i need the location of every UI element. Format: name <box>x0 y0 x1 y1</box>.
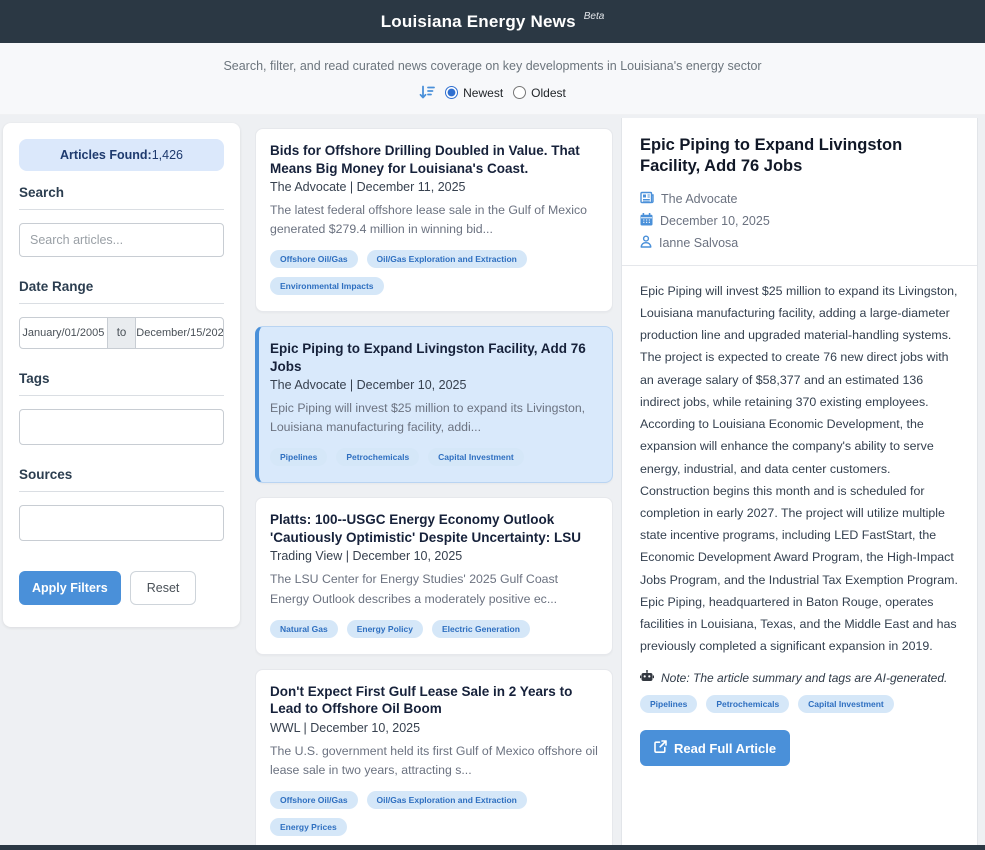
reset-button[interactable]: Reset <box>130 571 197 605</box>
filter-sidebar: Articles Found:1,426 Search Date Range t… <box>3 123 240 627</box>
tag-pill: Offshore Oil/Gas <box>270 250 358 268</box>
date-range-heading: Date Range <box>19 279 224 294</box>
tags-heading: Tags <box>19 371 224 386</box>
tags-input[interactable] <box>19 409 224 445</box>
external-link-icon <box>654 740 667 756</box>
search-heading: Search <box>19 185 224 200</box>
read-full-article-button[interactable]: Read Full Article <box>640 730 790 766</box>
detail-date-row: December 10, 2025 <box>640 213 959 229</box>
detail-title: Epic Piping to Expand Livingston Facilit… <box>640 135 959 178</box>
detail-author: Ianne Salvosa <box>659 236 738 250</box>
article-card[interactable]: Don't Expect First Gulf Lease Sale in 2 … <box>255 669 613 850</box>
article-card-source: Trading View | December 10, 2025 <box>270 549 598 563</box>
tag-pill: Natural Gas <box>270 620 338 638</box>
sort-controls: Newest Oldest <box>0 85 985 100</box>
articles-found-label: Articles Found: <box>60 148 152 162</box>
sort-newest-radio[interactable] <box>445 86 458 99</box>
filter-buttons: Apply Filters Reset <box>19 571 224 605</box>
topbar: Search, filter, and read curated news co… <box>0 43 985 115</box>
article-card-tags: Offshore Oil/Gas Oil/Gas Exploration and … <box>270 791 598 836</box>
tag-pill: Electric Generation <box>432 620 530 638</box>
article-card-excerpt: The latest federal offshore lease sale i… <box>270 201 598 239</box>
date-to-input[interactable] <box>135 317 224 349</box>
tag-pill: Capital Investment <box>798 695 894 713</box>
detail-date: December 10, 2025 <box>660 214 770 228</box>
article-card-tags: Natural Gas Energy Policy Electric Generat… <box>270 620 598 638</box>
tag-pill: Offshore Oil/Gas <box>270 791 358 809</box>
article-card[interactable]: Bids for Offshore Drilling Doubled in Va… <box>255 128 613 312</box>
article-card-title: Platts: 100--USGC Energy Economy Outlook… <box>270 511 598 546</box>
article-card-excerpt: Epic Piping will invest $25 million to e… <box>270 399 598 437</box>
detail-meta: The Advocate December 10, 2025 <box>640 191 959 251</box>
tag-pill: Oil/Gas Exploration and Extraction <box>367 250 527 268</box>
read-full-article-label: Read Full Article <box>674 741 776 756</box>
article-card-source: WWL | December 10, 2025 <box>270 721 598 735</box>
tag-pill: Oil/Gas Exploration and Extraction <box>367 791 527 809</box>
tag-pill: Energy Policy <box>347 620 423 638</box>
date-separator-label: to <box>108 317 136 349</box>
sources-input[interactable] <box>19 505 224 541</box>
tag-pill: Petrochemicals <box>706 695 789 713</box>
divider <box>19 491 224 492</box>
divider <box>19 209 224 210</box>
app-footer <box>0 845 985 850</box>
article-card-excerpt: The LSU Center for Energy Studies' 2025 … <box>270 570 598 608</box>
article-card[interactable]: Platts: 100--USGC Energy Economy Outlook… <box>255 497 613 654</box>
app-title: Louisiana Energy News <box>381 12 576 32</box>
article-card-title: Bids for Offshore Drilling Doubled in Va… <box>270 142 598 177</box>
detail-source-row: The Advocate <box>640 191 959 207</box>
calendar-icon <box>640 213 653 229</box>
article-card-excerpt: The U.S. government held its first Gulf … <box>270 742 598 780</box>
article-card-source: The Advocate | December 11, 2025 <box>270 180 598 194</box>
detail-body: Epic Piping will invest $25 million to e… <box>640 280 959 657</box>
detail-author-row: Ianne Salvosa <box>640 235 959 251</box>
tag-pill: Petrochemicals <box>336 448 419 466</box>
tag-pill: Energy Prices <box>270 818 347 836</box>
article-card-tags: Pipelines Petrochemicals Capital Investmen… <box>270 448 598 466</box>
divider <box>19 303 224 304</box>
divider <box>19 395 224 396</box>
sources-heading: Sources <box>19 467 224 482</box>
detail-tags: Pipelines Petrochemicals Capital Investmen… <box>640 695 959 713</box>
articles-found-counter: Articles Found:1,426 <box>19 139 224 171</box>
search-input[interactable] <box>19 223 224 257</box>
detail-divider <box>622 265 977 266</box>
tag-pill: Pipelines <box>640 695 697 713</box>
apply-filters-button[interactable]: Apply Filters <box>19 571 121 605</box>
sort-oldest-option[interactable]: Oldest <box>513 86 566 100</box>
article-card-tags: Offshore Oil/Gas Oil/Gas Exploration and … <box>270 250 598 295</box>
tag-pill: Environmental Impacts <box>270 277 384 295</box>
detail-source: The Advocate <box>661 192 737 206</box>
ai-note-text: Note: The article summary and tags are A… <box>661 671 947 685</box>
sort-oldest-radio[interactable] <box>513 86 526 99</box>
robot-icon <box>640 670 654 685</box>
sort-newest-option[interactable]: Newest <box>445 86 503 100</box>
article-detail-panel: Epic Piping to Expand Livingston Facilit… <box>621 118 978 850</box>
main-layout: Articles Found:1,426 Search Date Range t… <box>0 115 985 850</box>
tag-pill: Pipelines <box>270 448 327 466</box>
article-card-title: Epic Piping to Expand Livingston Facilit… <box>270 340 598 375</box>
tag-pill: Capital Investment <box>428 448 524 466</box>
date-range-group: to <box>19 317 224 349</box>
person-icon <box>640 235 652 251</box>
article-card-title: Don't Expect First Gulf Lease Sale in 2 … <box>270 683 598 718</box>
article-list: Bids for Offshore Drilling Doubled in Va… <box>255 115 613 850</box>
articles-found-value: 1,426 <box>152 148 183 162</box>
beta-badge: Beta <box>584 11 605 22</box>
article-card-source: The Advocate | December 10, 2025 <box>270 378 598 392</box>
sort-newest-label: Newest <box>463 86 503 100</box>
article-card[interactable]: Epic Piping to Expand Livingston Facilit… <box>255 326 613 483</box>
app-header: Louisiana Energy News Beta <box>0 0 985 43</box>
page-subtitle: Search, filter, and read curated news co… <box>0 59 985 73</box>
ai-note: Note: The article summary and tags are A… <box>640 670 959 685</box>
newspaper-icon <box>640 191 654 207</box>
sort-descending-icon <box>419 85 435 100</box>
sort-oldest-label: Oldest <box>531 86 566 100</box>
date-from-input[interactable] <box>19 317 108 349</box>
